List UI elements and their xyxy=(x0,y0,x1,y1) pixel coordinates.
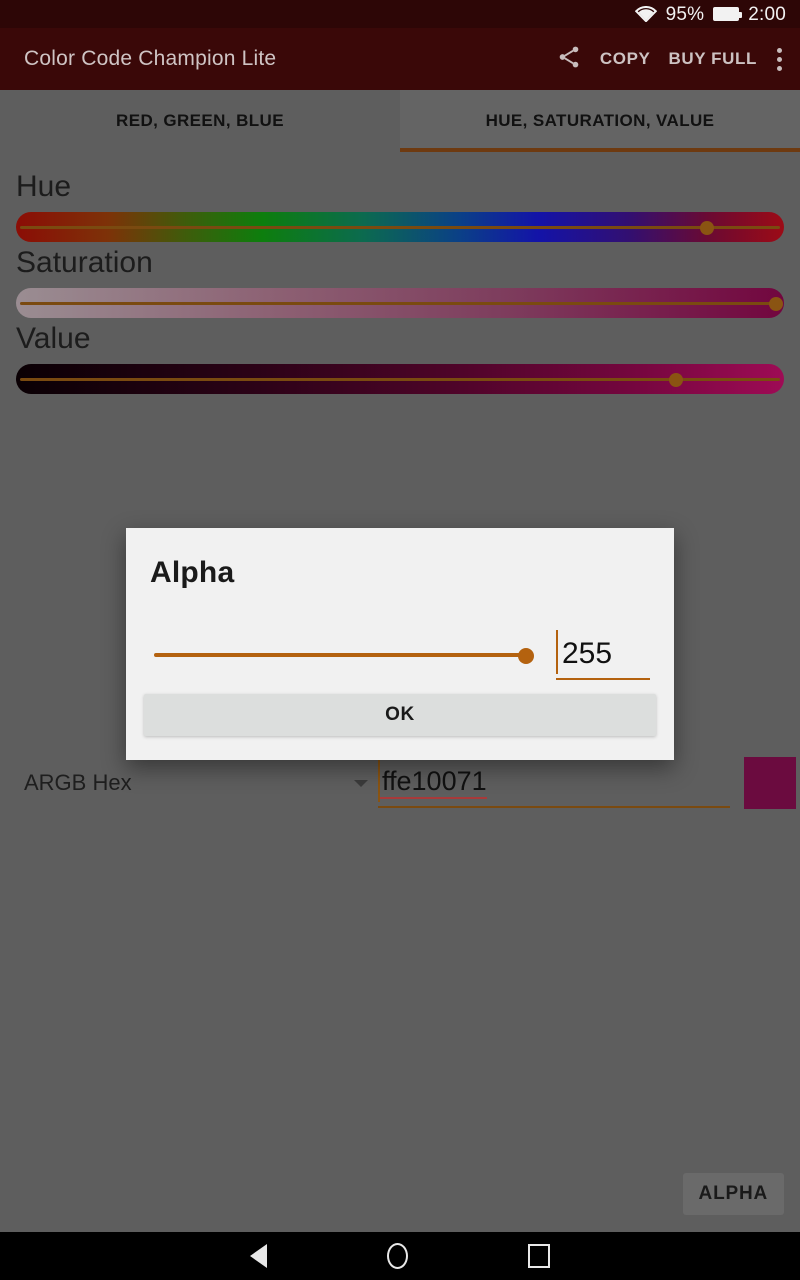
home-icon[interactable] xyxy=(387,1243,408,1269)
ok-button[interactable]: OK xyxy=(144,694,656,736)
value-label: Value xyxy=(16,322,91,355)
alpha-slider-rail xyxy=(154,653,526,657)
value-slider[interactable] xyxy=(16,364,784,394)
dialog-body: 255 xyxy=(126,590,674,694)
wifi-icon xyxy=(634,6,657,22)
battery-icon xyxy=(713,7,743,21)
tab-bar: RED, GREEN, BLUE HUE, SATURATION, VALUE xyxy=(0,90,800,152)
alpha-button[interactable]: ALPHA xyxy=(682,1173,784,1215)
value-slider-group: Value xyxy=(0,324,800,394)
share-icon[interactable] xyxy=(556,44,582,75)
alpha-value-text: 255 xyxy=(562,637,613,670)
argb-hex-row: ARGB Hex ffe10071 xyxy=(0,753,800,813)
android-nav-bar xyxy=(0,1232,800,1280)
saturation-slider[interactable] xyxy=(16,288,784,318)
recents-icon[interactable] xyxy=(528,1244,550,1268)
status-bar: 95% 2:00 xyxy=(0,0,800,28)
overflow-menu-icon[interactable] xyxy=(777,47,782,71)
hue-slider-thumb[interactable] xyxy=(700,221,715,235)
battery-percent-label: 95% xyxy=(665,3,705,25)
alpha-dialog: Alpha 255 OK xyxy=(126,528,674,760)
chevron-down-icon[interactable] xyxy=(354,779,368,787)
saturation-label: Saturation xyxy=(16,246,153,279)
hue-slider-rail xyxy=(20,226,780,229)
alpha-button-label: ALPHA xyxy=(698,1183,768,1204)
tab-label: HUE, SATURATION, VALUE xyxy=(485,110,715,130)
text-cursor xyxy=(556,630,558,674)
hue-label: Hue xyxy=(16,170,72,203)
alpha-value-input[interactable]: 255 xyxy=(556,630,650,680)
text-cursor xyxy=(378,760,380,802)
back-icon[interactable] xyxy=(250,1244,267,1268)
alpha-slider-thumb[interactable] xyxy=(518,648,534,664)
clock-label: 2:00 xyxy=(748,3,786,25)
argb-hex-label: ARGB Hex xyxy=(24,770,132,795)
app-bar: Color Code Champion Lite COPY BUY FULL xyxy=(0,28,800,90)
copy-button[interactable]: COPY xyxy=(600,49,651,69)
saturation-slider-rail xyxy=(20,302,780,305)
app-screen: 95% 2:00 Color Code Champion Lite COPY B… xyxy=(0,0,800,1280)
alpha-dialog-slider[interactable] xyxy=(154,643,534,667)
hue-slider[interactable] xyxy=(16,212,784,242)
tab-hue-saturation-value[interactable]: HUE, SATURATION, VALUE xyxy=(400,90,800,152)
color-preview-swatch xyxy=(744,757,796,809)
tab-red-green-blue[interactable]: RED, GREEN, BLUE xyxy=(0,90,400,152)
argb-hex-input[interactable]: ffe10071 xyxy=(378,758,730,808)
argb-hex-value: ffe10071 xyxy=(378,765,487,800)
dialog-title: Alpha xyxy=(150,556,235,589)
value-slider-thumb[interactable] xyxy=(669,373,684,387)
dialog-actions: OK xyxy=(126,694,674,760)
hue-slider-group: Hue xyxy=(0,172,800,242)
buy-full-button[interactable]: BUY FULL xyxy=(668,49,757,69)
value-slider-rail xyxy=(20,378,780,381)
saturation-slider-group: Saturation xyxy=(0,248,800,318)
saturation-slider-thumb[interactable] xyxy=(769,297,784,311)
app-title: Color Code Champion Lite xyxy=(24,47,277,70)
tab-label: RED, GREEN, BLUE xyxy=(116,110,284,130)
